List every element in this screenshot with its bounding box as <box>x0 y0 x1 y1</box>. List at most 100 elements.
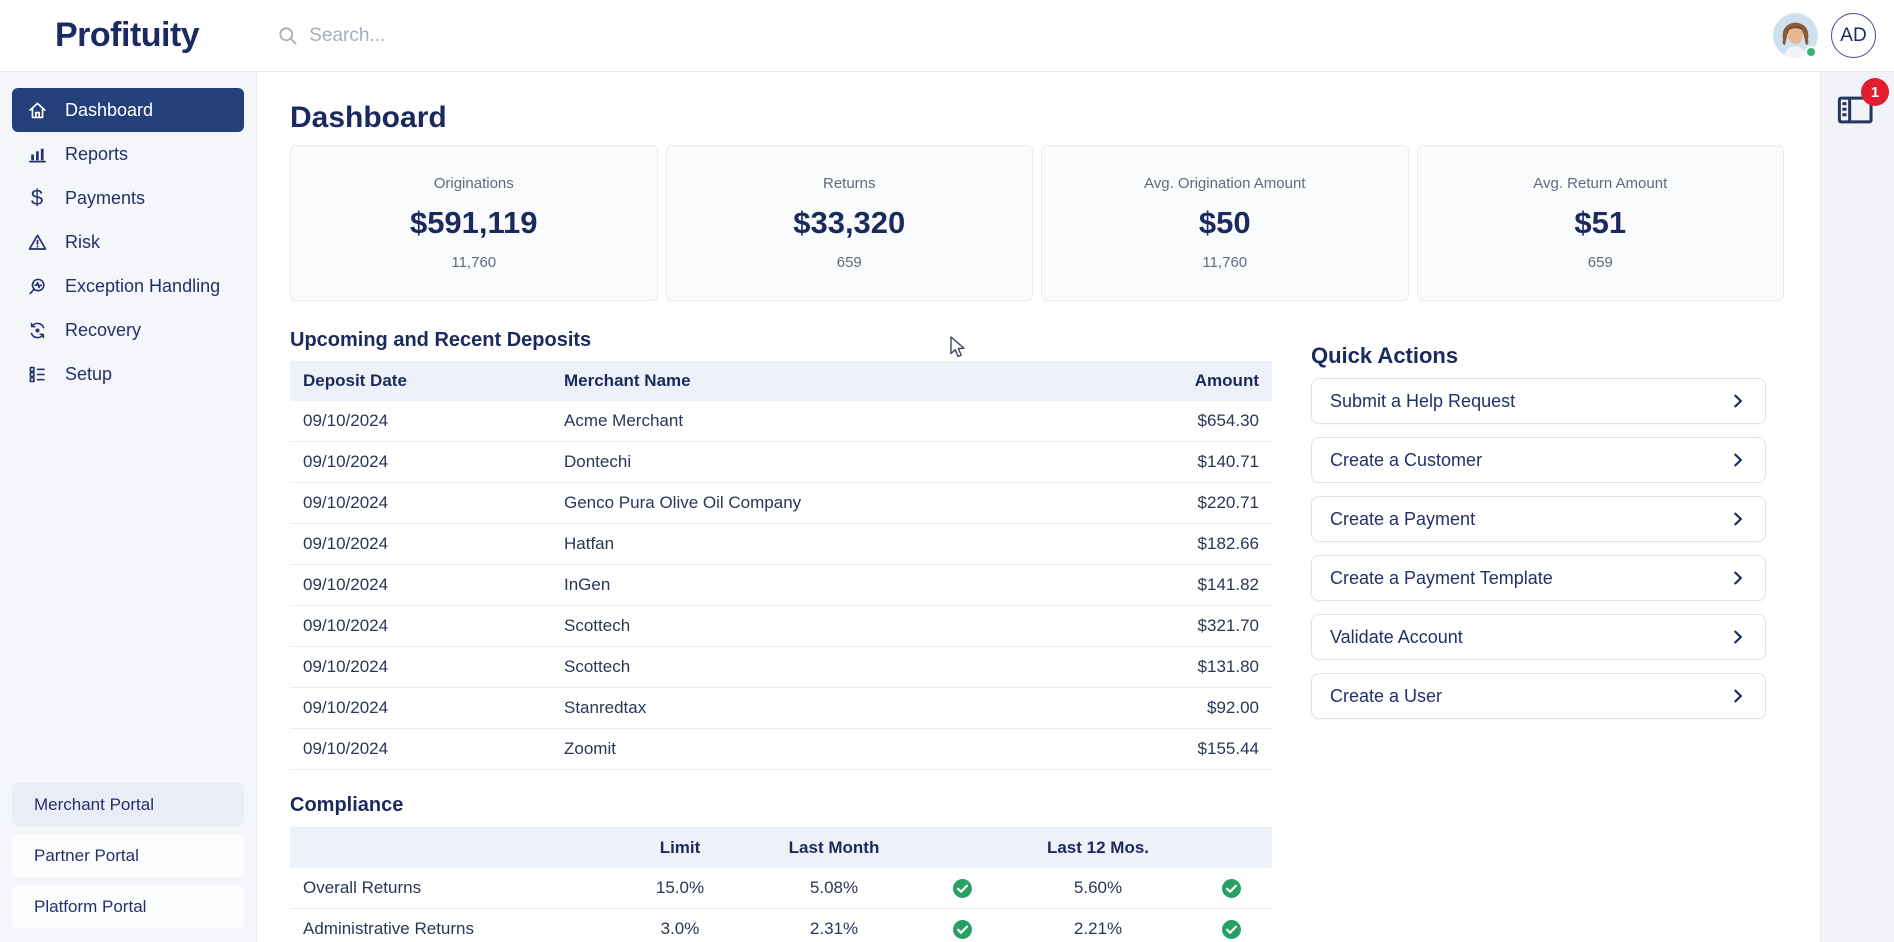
chevron-right-icon <box>1729 392 1747 410</box>
cell-deposit-date: 09/10/2024 <box>303 493 564 513</box>
sidebar-item-label: Payments <box>65 188 145 209</box>
deposits-section-title: Upcoming and Recent Deposits <box>290 329 591 352</box>
chevron-right-icon <box>1729 569 1747 587</box>
table-row[interactable]: 09/10/2024 Hatfan $182.66 <box>290 524 1272 565</box>
portal-label: Partner Portal <box>34 846 139 866</box>
compliance-metric-label: Administrative Returns <box>290 919 610 939</box>
sidebar-item-exception-handling[interactable]: Exception Handling <box>12 264 244 308</box>
pass-check-icon <box>952 878 973 899</box>
app-logo[interactable]: Profituity <box>55 16 199 55</box>
cell-amount: $155.44 <box>1059 739 1259 759</box>
portal-label: Platform Portal <box>34 897 146 917</box>
chevron-right-icon <box>1729 510 1747 528</box>
portal-switcher: Merchant Portal Partner Portal Platform … <box>12 783 244 928</box>
chevron-right-icon <box>1729 628 1747 646</box>
stats-row: Originations $591,119 11,760 Returns $33… <box>290 145 1784 301</box>
stat-label: Avg. Origination Amount <box>1144 175 1305 192</box>
stat-label: Returns <box>823 175 876 192</box>
compliance-table-header: Limit Last Month Last 12 Mos. <box>290 827 1272 868</box>
dollar-icon: $ <box>26 187 48 209</box>
compliance-status <box>1190 878 1272 899</box>
column-header-merchant-name: Merchant Name <box>564 371 1059 391</box>
stat-sub-count: 11,760 <box>451 254 496 271</box>
quick-action-label: Create a Payment Template <box>1330 568 1553 589</box>
compliance-row-overall-returns: Overall Returns 15.0% 5.08% 5.60% <box>290 868 1272 909</box>
table-row[interactable]: 09/10/2024 Zoomit $155.44 <box>290 729 1272 770</box>
sidebar-item-recovery[interactable]: Recovery <box>12 308 244 352</box>
list-settings-icon <box>26 363 48 385</box>
table-row[interactable]: 09/10/2024 Scottech $131.80 <box>290 647 1272 688</box>
top-bar: Profituity AD <box>0 0 1894 72</box>
table-row[interactable]: 09/10/2024 Stanredtax $92.00 <box>290 688 1272 729</box>
create-user-button[interactable]: Create a User <box>1311 673 1766 719</box>
magnifier-pulse-icon <box>26 275 48 297</box>
header-actions: AD <box>1773 13 1876 58</box>
cell-amount: $92.00 <box>1059 698 1259 718</box>
compliance-metric-label: Overall Returns <box>290 878 610 898</box>
cell-merchant-name: Dontechi <box>564 452 1059 472</box>
cell-amount: $131.80 <box>1059 657 1259 677</box>
platform-portal-button[interactable]: Platform Portal <box>12 885 244 928</box>
stat-card-avg-origination: Avg. Origination Amount $50 11,760 <box>1041 145 1409 301</box>
table-row[interactable]: 09/10/2024 Scottech $321.70 <box>290 606 1272 647</box>
compliance-last-month-value: 2.31% <box>750 919 918 939</box>
cell-amount: $182.66 <box>1059 534 1259 554</box>
create-payment-button[interactable]: Create a Payment <box>1311 496 1766 542</box>
sidebar-item-label: Risk <box>65 232 100 253</box>
cell-amount: $141.82 <box>1059 575 1259 595</box>
user-initials-badge[interactable]: AD <box>1831 13 1876 58</box>
partner-portal-button[interactable]: Partner Portal <box>12 834 244 877</box>
sidebar-nav: Dashboard Reports $ Payments Risk <box>0 72 256 396</box>
stat-value: $591,119 <box>410 205 538 241</box>
stat-label: Avg. Return Amount <box>1533 175 1667 192</box>
cell-deposit-date: 09/10/2024 <box>303 534 564 554</box>
table-row[interactable]: 09/10/2024 Genco Pura Olive Oil Company … <box>290 483 1272 524</box>
submit-help-request-button[interactable]: Submit a Help Request <box>1311 378 1766 424</box>
sidebar-item-payments[interactable]: $ Payments <box>12 176 244 220</box>
table-row[interactable]: 09/10/2024 InGen $141.82 <box>290 565 1272 606</box>
main-content: Dashboard Originations $591,119 11,760 R… <box>257 72 1820 942</box>
sidebar-item-label: Recovery <box>65 320 141 341</box>
table-row[interactable]: 09/10/2024 Acme Merchant $654.30 <box>290 401 1272 442</box>
panel-toggle-icon[interactable]: 1 <box>1837 94 1877 128</box>
notification-badge: 1 <box>1861 78 1889 106</box>
compliance-row-administrative-returns: Administrative Returns 3.0% 2.31% 2.21% <box>290 909 1272 942</box>
quick-action-label: Create a Customer <box>1330 450 1482 471</box>
compliance-table: Limit Last Month Last 12 Mos. Overall Re… <box>290 827 1272 942</box>
stat-sub-count: 659 <box>1588 254 1613 271</box>
cell-amount: $654.30 <box>1059 411 1259 431</box>
cell-deposit-date: 09/10/2024 <box>303 657 564 677</box>
cell-deposit-date: 09/10/2024 <box>303 616 564 636</box>
sidebar-item-label: Reports <box>65 144 128 165</box>
quick-action-label: Validate Account <box>1330 627 1463 648</box>
sidebar-item-label: Exception Handling <box>65 276 220 297</box>
cell-merchant-name: InGen <box>564 575 1059 595</box>
cell-deposit-date: 09/10/2024 <box>303 698 564 718</box>
pass-check-icon <box>952 919 973 940</box>
pass-check-icon <box>1221 919 1242 940</box>
sidebar-item-reports[interactable]: Reports <box>12 132 244 176</box>
validate-account-button[interactable]: Validate Account <box>1311 614 1766 660</box>
cell-amount: $220.71 <box>1059 493 1259 513</box>
sidebar-item-risk[interactable]: Risk <box>12 220 244 264</box>
create-customer-button[interactable]: Create a Customer <box>1311 437 1766 483</box>
compliance-status <box>918 878 1006 899</box>
deposits-table: Deposit Date Merchant Name Amount 09/10/… <box>290 361 1272 770</box>
compliance-limit-value: 3.0% <box>610 919 750 939</box>
sidebar-item-dashboard[interactable]: Dashboard <box>12 88 244 132</box>
avatar[interactable] <box>1773 13 1818 58</box>
search-input[interactable] <box>309 25 669 47</box>
merchant-portal-button[interactable]: Merchant Portal <box>12 783 244 826</box>
cell-merchant-name: Scottech <box>564 657 1059 677</box>
sidebar-item-setup[interactable]: Setup <box>12 352 244 396</box>
create-payment-template-button[interactable]: Create a Payment Template <box>1311 555 1766 601</box>
table-row[interactable]: 09/10/2024 Dontechi $140.71 <box>290 442 1272 483</box>
warning-triangle-icon <box>26 231 48 253</box>
compliance-status <box>1190 919 1272 940</box>
column-header-deposit-date: Deposit Date <box>303 371 564 391</box>
compliance-limit-value: 15.0% <box>610 878 750 898</box>
compliance-last-month-value: 5.08% <box>750 878 918 898</box>
cell-merchant-name: Scottech <box>564 616 1059 636</box>
column-header-last-month: Last Month <box>750 838 918 858</box>
portal-label: Merchant Portal <box>34 795 154 815</box>
